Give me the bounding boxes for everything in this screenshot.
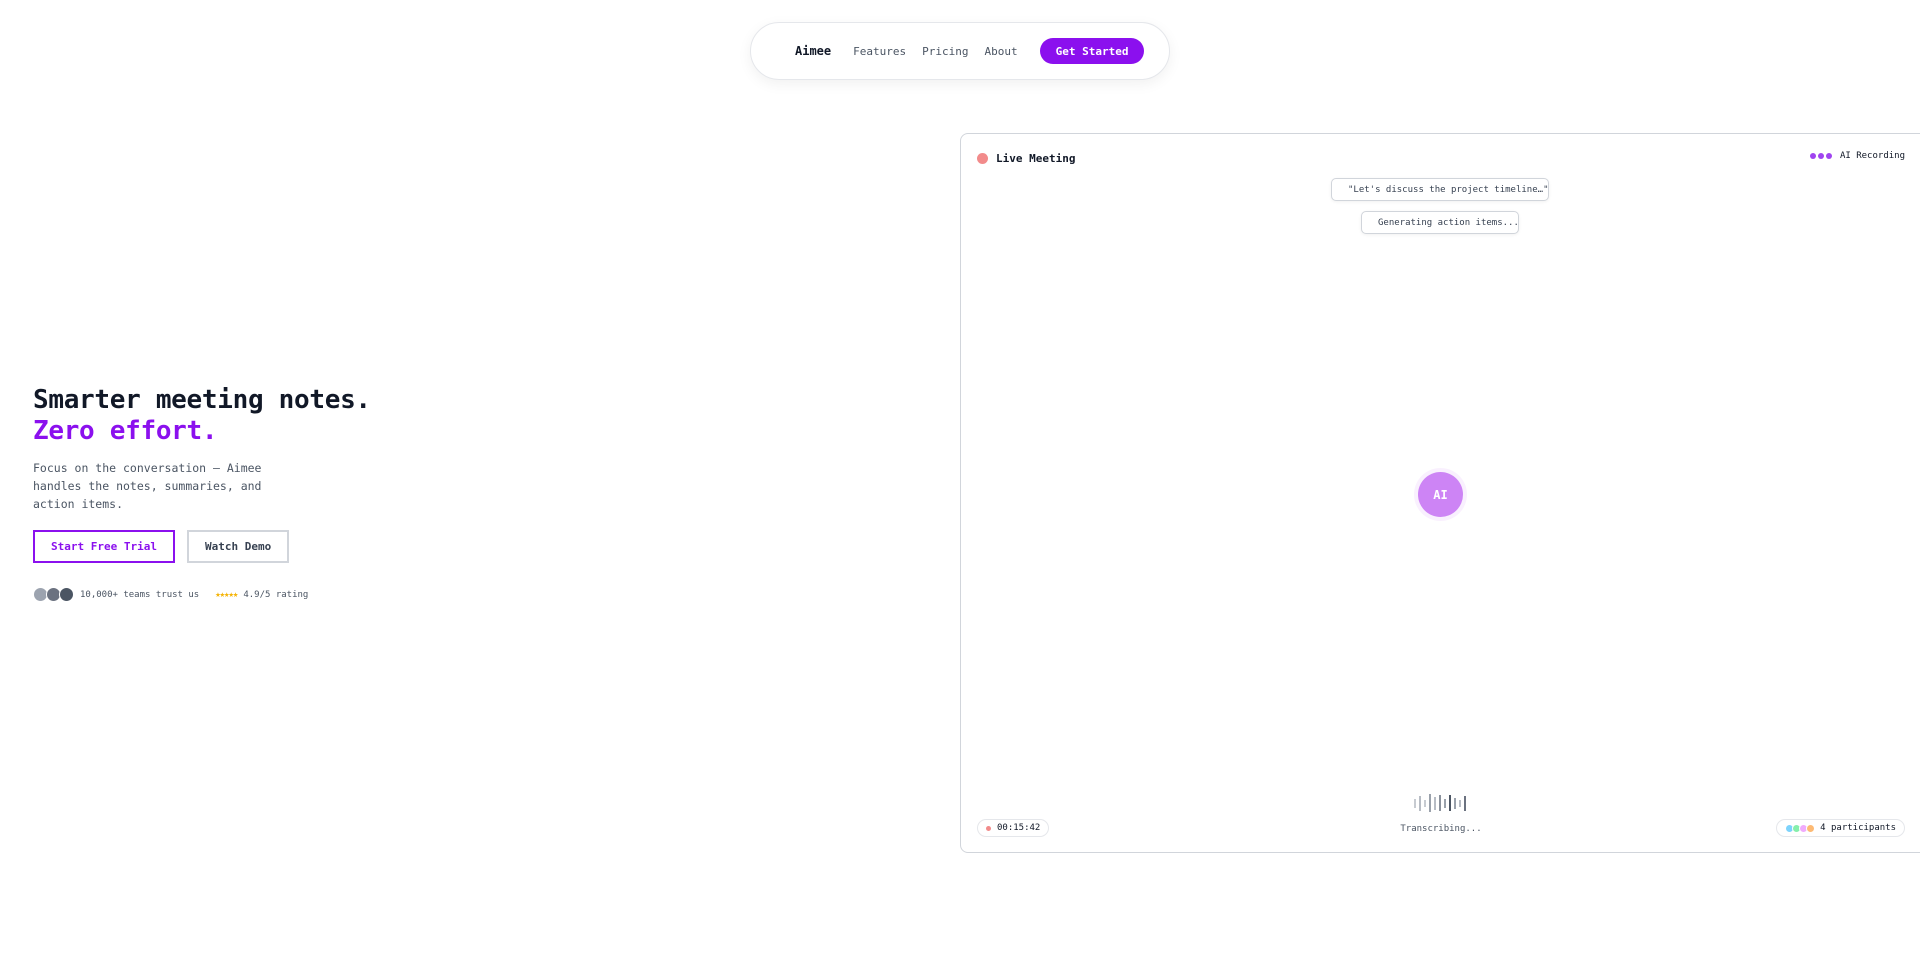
transcript-text: "Let's discuss the project timeline…" bbox=[1348, 184, 1549, 195]
live-indicator-icon bbox=[977, 153, 988, 164]
headline-accent: Zero effort. bbox=[33, 416, 218, 446]
avatar bbox=[1806, 823, 1816, 833]
ai-orb-icon: AI bbox=[1418, 472, 1463, 517]
participants-pill: 4 participants bbox=[1776, 819, 1905, 837]
timer-text: 00:15:42 bbox=[997, 823, 1041, 833]
action-items-chip: Generating action items... bbox=[1361, 211, 1519, 234]
hero-headline: Smarter meeting notes. Zero effort. bbox=[33, 385, 453, 447]
transcript-chip: "Let's discuss the project timeline…" bbox=[1331, 178, 1549, 201]
waveform-icon bbox=[1414, 794, 1466, 812]
transcribing-status: Transcribing... bbox=[1400, 824, 1482, 834]
recording-dots-icon bbox=[1809, 153, 1834, 159]
participant-avatars bbox=[1785, 823, 1816, 833]
live-status: Live Meeting bbox=[977, 152, 1075, 165]
top-nav: Aimee Features Pricing About Get Started bbox=[750, 22, 1170, 80]
watch-demo-button[interactable]: Watch Demo bbox=[186, 530, 290, 563]
cta-row: Start Free Trial Watch Demo bbox=[33, 530, 453, 563]
star-rating-icon: ★★★★★ bbox=[215, 589, 238, 600]
social-proof: 10,000+ teams trust us ★★★★★ 4.9/5 ratin… bbox=[33, 587, 453, 602]
ai-recording-status: AI Recording bbox=[1809, 151, 1905, 161]
recording-label: AI Recording bbox=[1839, 151, 1905, 161]
get-started-button[interactable]: Get Started bbox=[1039, 38, 1145, 64]
hero-subcopy: Focus on the conversation — Aimee handle… bbox=[33, 461, 262, 511]
avatar-stack bbox=[33, 587, 74, 602]
nav-link-features[interactable]: Features bbox=[853, 45, 906, 58]
start-free-trial-button[interactable]: Start Free Trial bbox=[33, 530, 175, 563]
participants-count: 4 participants bbox=[1820, 823, 1896, 833]
trust-text: 10,000+ teams trust us bbox=[80, 589, 200, 600]
nav-link-about[interactable]: About bbox=[984, 45, 1017, 58]
action-items-text: Generating action items... bbox=[1378, 217, 1519, 228]
brand-name[interactable]: Aimee bbox=[795, 44, 831, 58]
timer-dot-icon bbox=[986, 825, 991, 831]
live-meeting-panel: Live Meeting AI Recording "Let's discuss… bbox=[960, 133, 1920, 853]
avatar bbox=[59, 587, 74, 602]
nav-link-pricing[interactable]: Pricing bbox=[922, 45, 968, 58]
rating-text: 4.9/5 rating bbox=[243, 589, 309, 600]
headline-line-1: Smarter meeting notes. bbox=[33, 385, 371, 415]
live-label: Live Meeting bbox=[996, 152, 1076, 165]
timer-pill: 00:15:42 bbox=[977, 819, 1050, 837]
hero-section: Smarter meeting notes. Zero effort. Focu… bbox=[33, 385, 453, 602]
